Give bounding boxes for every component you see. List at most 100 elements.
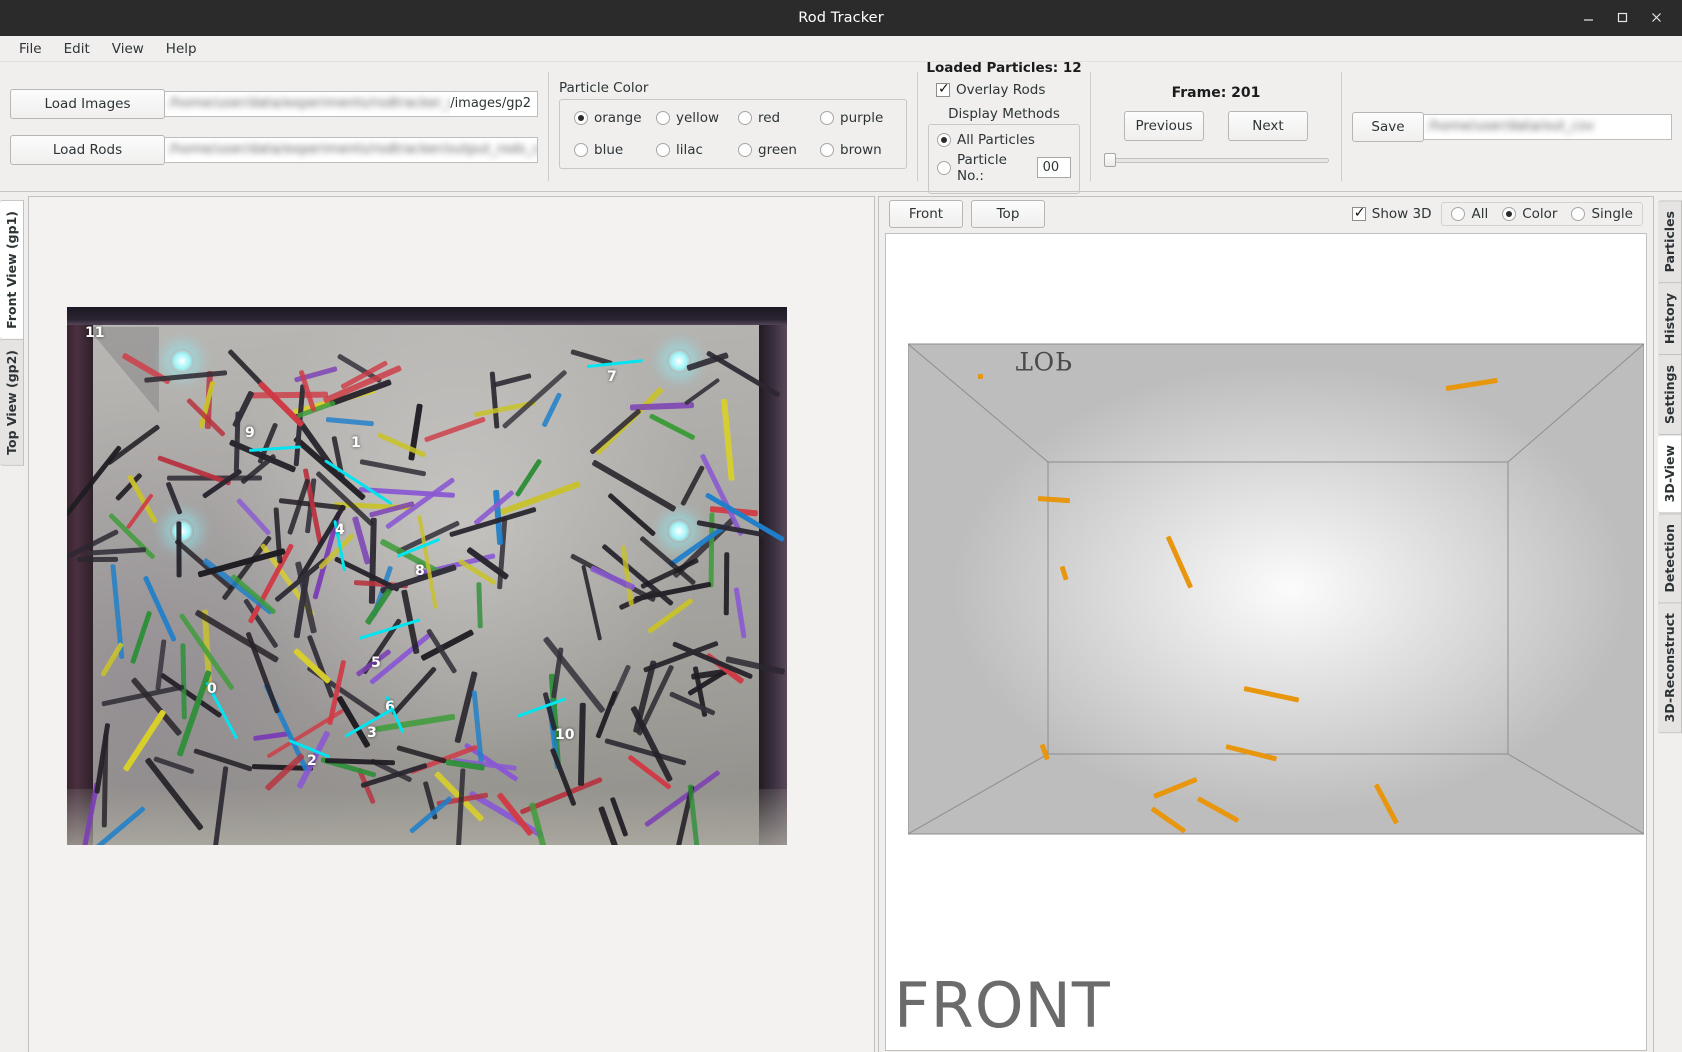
frame-label: Frame: 201 <box>1171 84 1261 101</box>
load-rods-row: Load Rods /home/user/data/experiments/ro… <box>10 134 538 165</box>
window-controls <box>1582 0 1674 36</box>
view3d-panel: Front Top Show 3D All Color <box>878 196 1654 1052</box>
tab-3d-view[interactable]: 3D-View <box>1658 434 1682 514</box>
view3d-mode-group: All Color Single <box>1441 202 1643 226</box>
radio-dot-icon <box>738 111 752 125</box>
menu-view[interactable]: View <box>103 38 153 60</box>
radio-label: orange <box>594 110 642 126</box>
menu-bar: File Edit View Help <box>0 36 1682 62</box>
radio-color-red[interactable]: red <box>738 110 810 126</box>
radio-label: Color <box>1522 206 1558 222</box>
radio-dot-icon <box>937 160 951 175</box>
tab-3d-reconstruct[interactable]: 3D-Reconstruct <box>1658 602 1682 734</box>
radio-dot-icon <box>738 143 752 157</box>
menu-edit[interactable]: Edit <box>55 38 99 60</box>
left-view-tabs: Front View (gp1) Top View (gp2) <box>0 192 28 1052</box>
rod <box>76 556 119 562</box>
file-loaders: Load Images /home/user/data/experiments/… <box>0 62 548 191</box>
overlay-rods-label: Overlay Rods <box>956 81 1046 98</box>
radio-label: Single <box>1591 206 1633 222</box>
radio-mode-all[interactable]: All <box>1451 206 1488 222</box>
overlay-rods-checkbox[interactable]: Overlay Rods <box>936 81 1046 98</box>
rod-overlay-number: 1 <box>351 435 361 451</box>
maximize-icon[interactable] <box>1616 11 1630 25</box>
image-right-rail <box>759 325 787 845</box>
radio-dot-icon <box>1451 207 1466 221</box>
tab-top[interactable]: Top <box>971 200 1045 228</box>
next-button[interactable]: Next <box>1228 110 1308 141</box>
radio-color-green[interactable]: green <box>738 142 810 158</box>
load-images-path-blurred: /home/user/data/experiments/rodtracker_s… <box>165 92 450 116</box>
radio-dot-icon <box>820 111 834 125</box>
tab-detection[interactable]: Detection <box>1658 512 1682 604</box>
load-rods-path-text: /home/user/data/experiments/rodtracker/o… <box>169 141 537 157</box>
image-panel[interactable]: 11 9 1 4 7 8 5 0 6 3 2 10 <box>28 196 875 1052</box>
close-icon[interactable] <box>1650 11 1664 25</box>
previous-button[interactable]: Previous <box>1124 110 1204 141</box>
radio-label: blue <box>594 142 624 158</box>
all-particles-label: All Particles <box>957 131 1035 148</box>
window-title: Rod Tracker <box>798 10 884 26</box>
radio-label: red <box>758 110 781 126</box>
load-images-path-field[interactable]: /home/user/data/experiments/rodtracker_s… <box>165 90 538 117</box>
camera-image[interactable]: 11 9 1 4 7 8 5 0 6 3 2 10 <box>67 307 787 845</box>
view3d-options: Show 3D All Color Single <box>1351 202 1643 226</box>
particle-color-options: orange yellow red purple blue lilac gree… <box>574 110 892 158</box>
box-wireframe <box>908 343 1644 835</box>
show-3d-checkbox[interactable]: Show 3D <box>1351 205 1432 222</box>
tab-settings[interactable]: Settings <box>1658 354 1682 436</box>
load-rods-path-field[interactable]: /home/user/data/experiments/rodtracker/o… <box>165 136 538 163</box>
radio-mode-single[interactable]: Single <box>1571 206 1633 222</box>
tab-top-view-gp2[interactable]: Top View (gp2) <box>0 338 24 466</box>
radio-label: green <box>758 142 797 158</box>
save-button[interactable]: Save <box>1352 111 1424 142</box>
save-path-text: /home/user/data/out_csv <box>1428 118 1595 134</box>
tab-front-view-gp1[interactable]: Front View (gp1) <box>0 200 24 340</box>
menu-help[interactable]: Help <box>157 38 206 60</box>
radio-particle-no[interactable]: Particle No.: 00 <box>937 150 1071 186</box>
show-3d-label: Show 3D <box>1371 206 1432 222</box>
load-rods-path-blurred: /home/user/data/experiments/rodtracker/o… <box>165 138 537 162</box>
load-rods-button[interactable]: Load Rods <box>10 134 165 165</box>
radio-color-blue[interactable]: blue <box>574 142 646 158</box>
load-images-path-tail: /images/gp2 <box>450 96 531 111</box>
load-images-path-text: /home/user/data/experiments/rodtracker_s… <box>169 95 450 111</box>
radio-label: All <box>1471 206 1489 222</box>
tab-front[interactable]: Front <box>889 200 963 228</box>
load-images-button[interactable]: Load Images <box>10 88 165 119</box>
rod-overlay-number: 4 <box>335 522 345 538</box>
frame-buttons: Previous Next <box>1124 110 1308 141</box>
frame-slider[interactable] <box>1103 151 1329 169</box>
radio-color-purple[interactable]: purple <box>820 110 892 126</box>
view3d-canvas[interactable]: TOP FRONT <box>885 233 1647 1051</box>
display-methods-body: All Particles Particle No.: 00 <box>928 123 1080 194</box>
radio-label: brown <box>840 142 882 158</box>
save-path-field[interactable]: /home/user/data/out_csv <box>1424 113 1672 140</box>
radio-label: yellow <box>676 110 720 126</box>
minimize-icon[interactable] <box>1582 11 1596 25</box>
rod-overlay-number: 5 <box>371 655 381 671</box>
rod-overlay-number: 9 <box>245 425 255 441</box>
radio-mode-color[interactable]: Color <box>1502 206 1557 222</box>
slider-handle[interactable] <box>1103 152 1116 167</box>
tab-history[interactable]: History <box>1658 282 1682 356</box>
radio-color-brown[interactable]: brown <box>820 142 892 158</box>
radio-dot-icon <box>820 143 834 157</box>
menu-file[interactable]: File <box>10 38 51 60</box>
radio-color-orange[interactable]: orange <box>574 110 646 126</box>
radio-dot-icon <box>1502 207 1517 221</box>
radio-color-lilac[interactable]: lilac <box>656 142 728 158</box>
slider-track <box>1103 157 1329 163</box>
particle-no-input[interactable]: 00 <box>1036 157 1071 178</box>
tab-particles[interactable]: Particles <box>1658 200 1682 284</box>
rod-overlay-number: 10 <box>555 727 575 743</box>
radio-all-particles[interactable]: All Particles <box>937 130 1071 150</box>
save-group: Save /home/user/data/out_csv <box>1342 62 1682 191</box>
main-area: Front View (gp1) Top View (gp2) 11 9 1 4 7 8 5… <box>0 192 1682 1052</box>
led-glow <box>667 519 691 543</box>
radio-color-yellow[interactable]: yellow <box>656 110 728 126</box>
radio-dot-icon <box>656 143 670 157</box>
checkbox-icon <box>1351 205 1366 221</box>
front-face-label: FRONT <box>894 969 1111 1042</box>
save-row: Save /home/user/data/out_csv <box>1352 111 1672 142</box>
